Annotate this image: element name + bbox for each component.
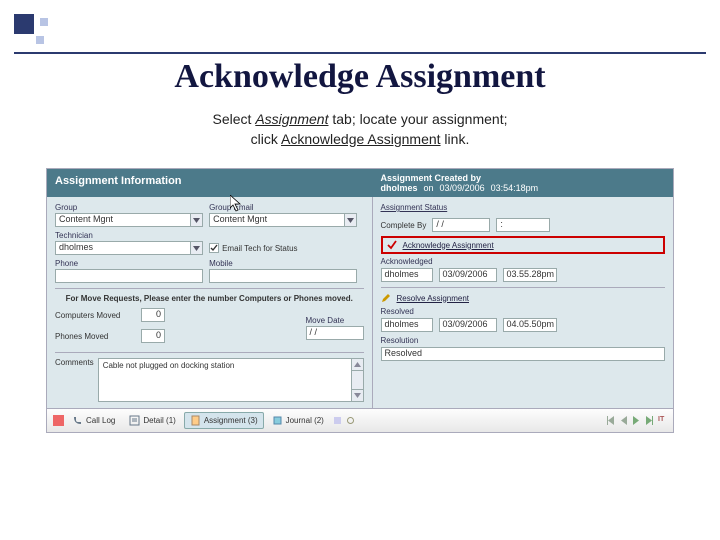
detail-icon	[129, 415, 140, 426]
checkbox-checked-icon	[209, 243, 219, 253]
comments-label: Comments	[55, 358, 94, 367]
move-header: For Move Requests, Please enter the numb…	[55, 294, 364, 304]
tab-label: Assignment (3)	[204, 416, 258, 425]
group-label: Group	[55, 203, 203, 212]
tab-detail[interactable]: Detail (1)	[123, 412, 181, 429]
assignment-status-label: Assignment Status	[381, 203, 665, 212]
tab-call-log[interactable]: Call Log	[66, 412, 121, 429]
first-icon[interactable]	[606, 416, 615, 425]
complete-by-label: Complete By	[381, 221, 427, 230]
computers-moved-input[interactable]: 0	[141, 308, 165, 322]
technician-label: Technician	[55, 231, 203, 240]
last-icon[interactable]	[645, 416, 654, 425]
clipboard-icon	[190, 415, 201, 426]
acknowledge-assignment-link[interactable]: Acknowledge Assignment	[403, 241, 494, 250]
bottom-tab-bar: Call Log Detail (1) Assignment (3) Journ…	[47, 408, 673, 432]
tab-label: Call Log	[86, 416, 115, 425]
divider	[55, 288, 364, 289]
app-header: Assignment Information Assignment Create…	[47, 169, 673, 197]
resolved-date: 03/09/2006	[439, 318, 497, 332]
pencil-icon	[381, 293, 391, 303]
tab-label: Detail (1)	[143, 416, 175, 425]
acknowledge-highlight-box: Acknowledge Assignment	[381, 236, 665, 254]
divider	[381, 287, 665, 288]
created-date: 03/09/2006	[440, 183, 485, 193]
app-body: Group Content Mgnt Group Email Content M…	[47, 197, 673, 408]
tab-assignment[interactable]: Assignment (3)	[184, 412, 264, 429]
slide-title: Acknowledge Assignment	[0, 58, 720, 96]
phone-icon	[72, 415, 83, 426]
scroll-up-icon[interactable]	[352, 359, 363, 371]
technician-select[interactable]: dholmes	[55, 241, 203, 255]
chevron-down-icon[interactable]	[191, 213, 203, 227]
tool-icon[interactable]	[332, 415, 343, 426]
resolution-input[interactable]: Resolved	[381, 347, 665, 361]
prev-icon[interactable]	[619, 416, 628, 425]
slide-corner-accent	[14, 14, 50, 50]
ack-time: 03.55.28pm	[503, 268, 557, 282]
scrollbar[interactable]	[351, 359, 363, 401]
mobile-label: Mobile	[209, 259, 357, 268]
email-tech-label: Email Tech for Status	[222, 244, 297, 253]
it-badge: IT	[658, 416, 667, 425]
record-nav: IT	[606, 416, 667, 425]
comments-textarea[interactable]: Cable not plugged on docking station	[98, 358, 364, 402]
right-column: Assignment Status Complete By / / : Ackn…	[373, 197, 673, 408]
group-select[interactable]: Content Mgnt	[55, 213, 203, 227]
assignment-app-screenshot: Assignment Information Assignment Create…	[46, 168, 674, 433]
phones-moved-label: Phones Moved	[55, 332, 135, 341]
resolved-time: 04.05.50pm	[503, 318, 557, 332]
resolved-user: dholmes	[381, 318, 433, 332]
slide-subtitle: Select Assignment tab; locate your assig…	[0, 110, 720, 149]
app-icon	[53, 415, 64, 426]
complete-by-date-input[interactable]: / /	[432, 218, 490, 232]
slide-divider	[14, 52, 706, 54]
created-time: 03:54:18pm	[491, 183, 539, 193]
tab-journal[interactable]: Journal (2)	[266, 412, 330, 429]
chevron-down-icon[interactable]	[345, 213, 357, 227]
subtitle-text: tab; locate your assignment;	[328, 111, 507, 127]
group-value: Content Mgnt	[55, 213, 191, 227]
acknowledged-label: Acknowledged	[381, 257, 665, 266]
move-date-label: Move Date	[306, 316, 364, 325]
comments-value: Cable not plugged on docking station	[99, 359, 363, 372]
on-label: on	[424, 183, 434, 193]
next-icon[interactable]	[632, 416, 641, 425]
resolved-label: Resolved	[381, 307, 665, 316]
computers-moved-label: Computers Moved	[55, 311, 135, 320]
divider	[55, 352, 364, 353]
header-title: Assignment Information	[47, 169, 373, 197]
tab-label: Journal (2)	[286, 416, 324, 425]
scroll-down-icon[interactable]	[352, 389, 363, 401]
created-by-user: dholmes	[381, 183, 418, 193]
subtitle-assignment-tab: Assignment	[255, 111, 328, 127]
journal-icon	[272, 415, 283, 426]
header-created-by: Assignment Created by dholmes on 03/09/2…	[373, 169, 673, 197]
phone-label: Phone	[55, 259, 203, 268]
mobile-input[interactable]	[209, 269, 357, 283]
tool-icon[interactable]	[345, 415, 356, 426]
group-email-value: Content Mgnt	[209, 213, 345, 227]
resolve-assignment-link[interactable]: Resolve Assignment	[397, 294, 469, 303]
ack-date: 03/09/2006	[439, 268, 497, 282]
move-date-input[interactable]: / /	[306, 326, 364, 340]
phones-moved-input[interactable]: 0	[141, 329, 165, 343]
email-tech-checkbox[interactable]: Email Tech for Status	[209, 243, 357, 253]
resolution-label: Resolution	[381, 336, 665, 345]
complete-by-time-input[interactable]: :	[496, 218, 550, 232]
technician-value: dholmes	[55, 241, 191, 255]
subtitle-ack-link: Acknowledge Assignment	[281, 131, 441, 147]
subtitle-text: link.	[441, 131, 470, 147]
group-email-label: Group Email	[209, 203, 357, 212]
left-column: Group Content Mgnt Group Email Content M…	[47, 197, 373, 408]
created-by-label: Assignment Created by	[381, 173, 665, 183]
ack-user: dholmes	[381, 268, 433, 282]
chevron-down-icon[interactable]	[191, 241, 203, 255]
phone-input[interactable]	[55, 269, 203, 283]
check-icon	[387, 240, 397, 250]
subtitle-text: click	[251, 131, 281, 147]
subtitle-text: Select	[213, 111, 256, 127]
group-email-select[interactable]: Content Mgnt	[209, 213, 357, 227]
